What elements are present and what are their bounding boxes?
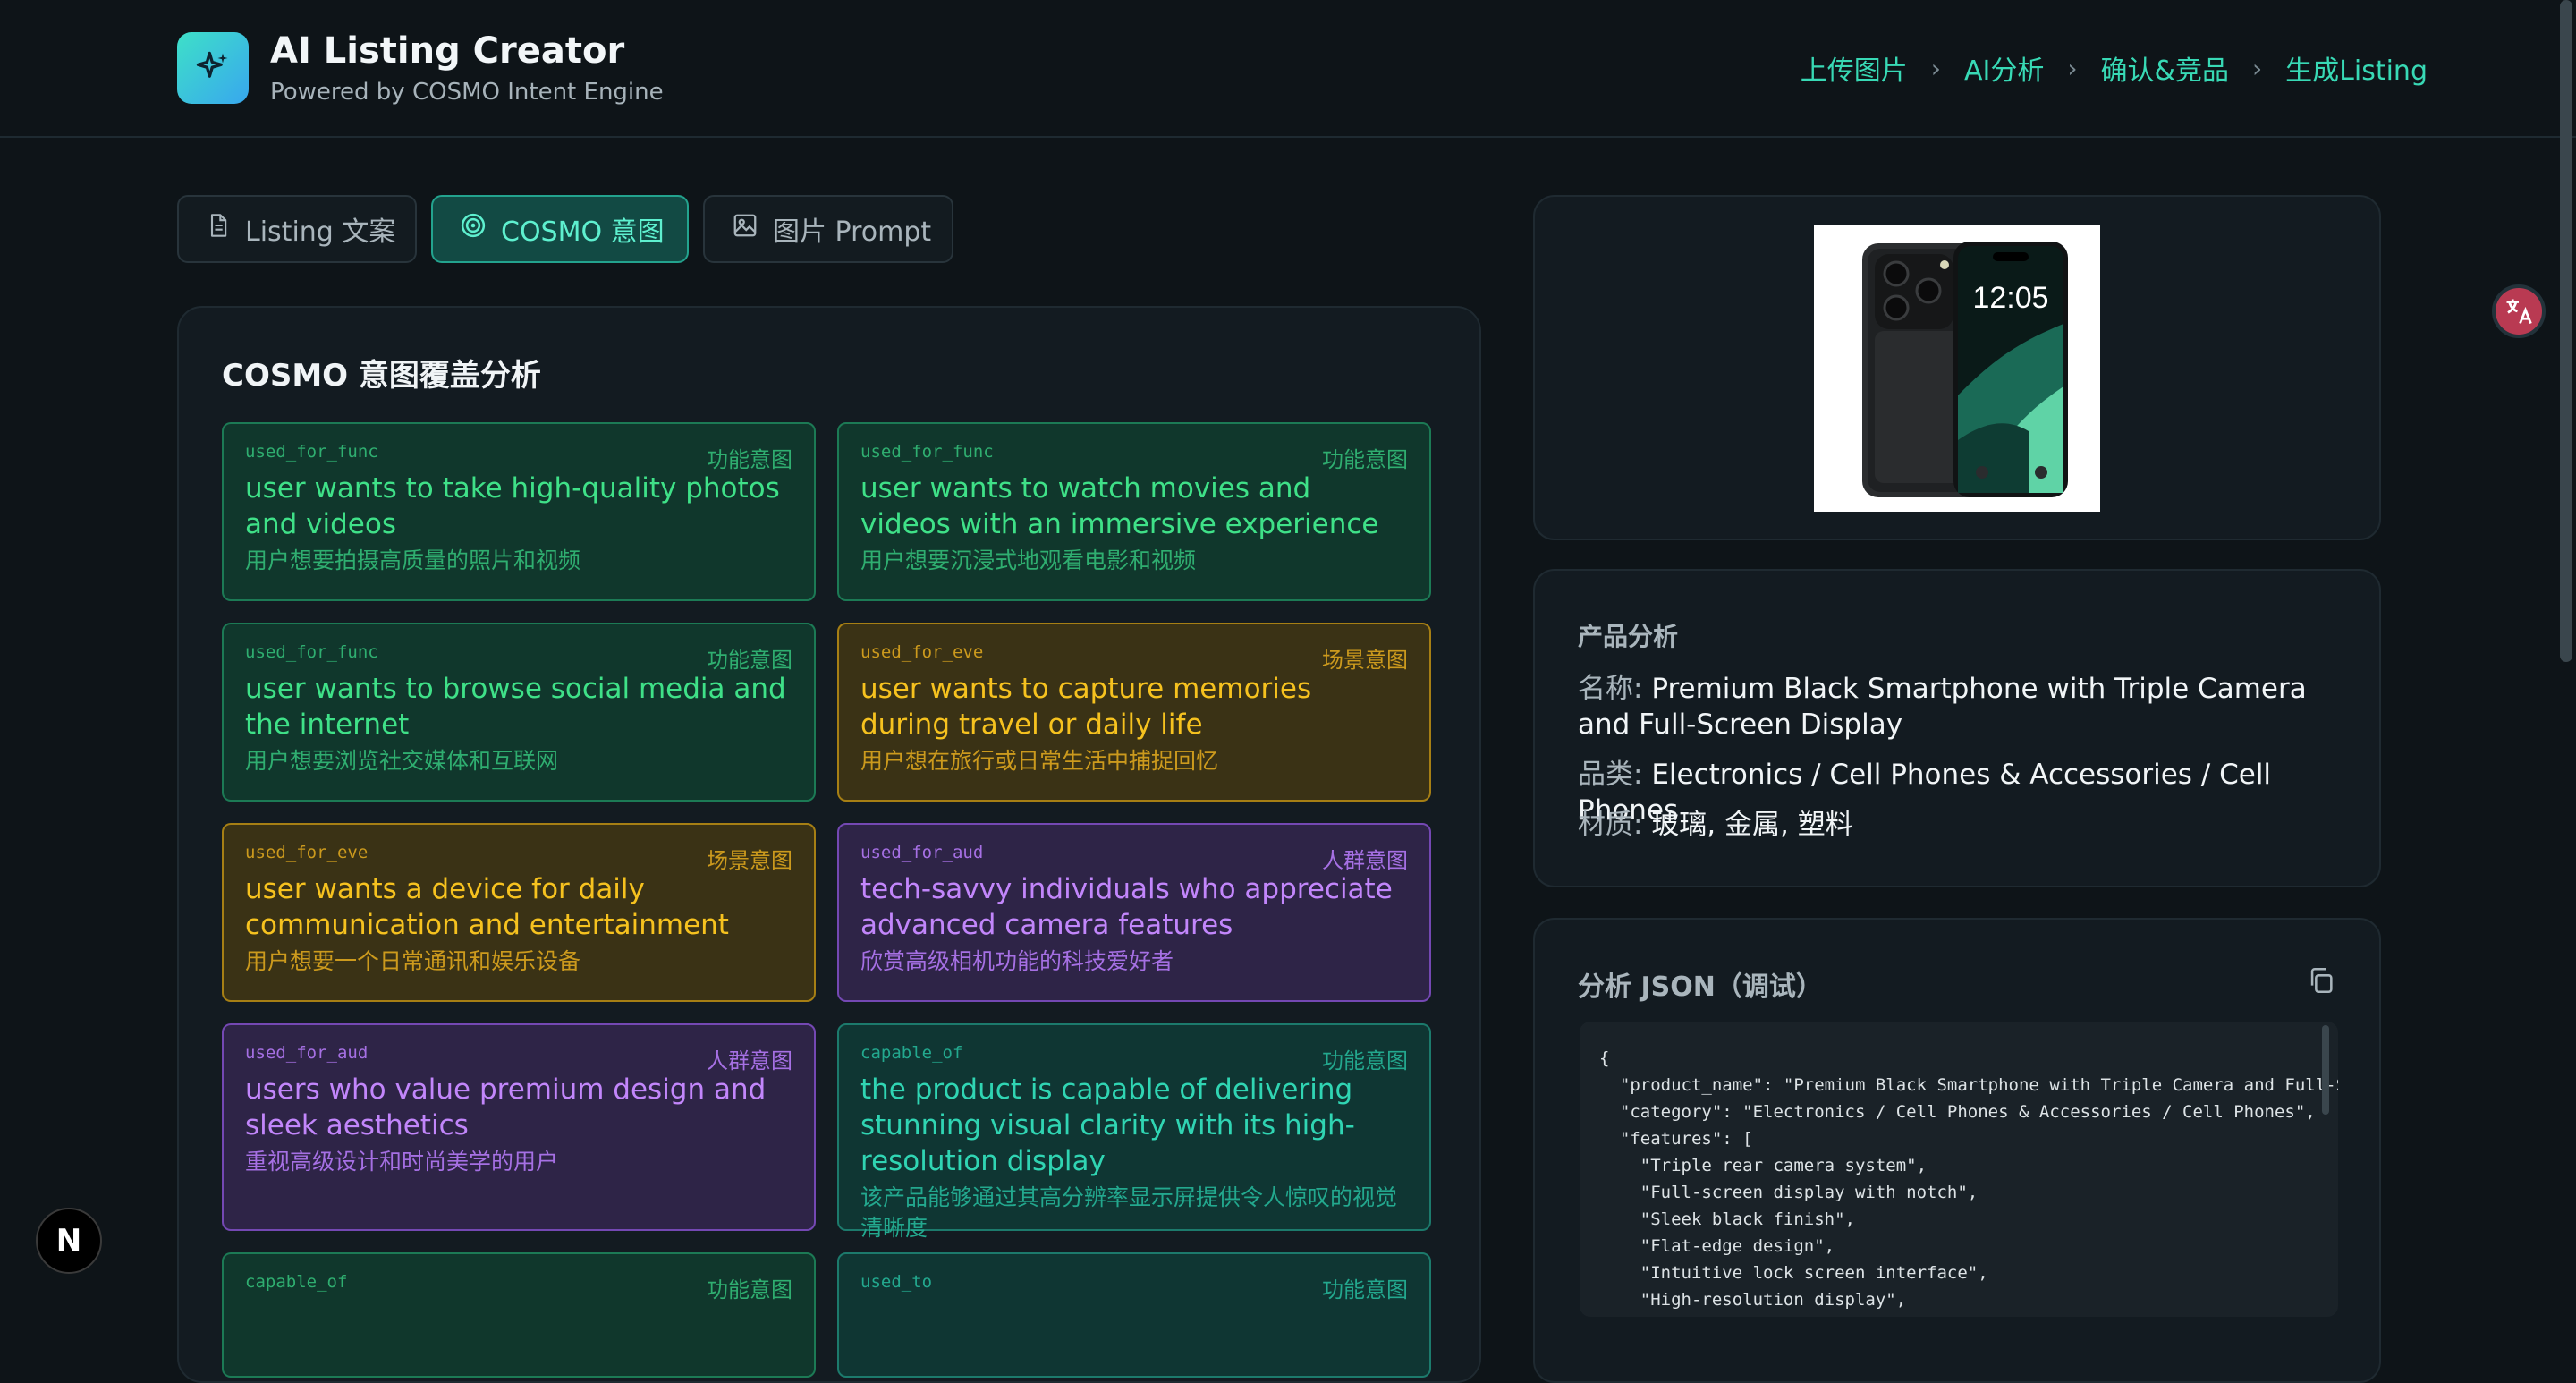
lock-screen-time: 12:05 bbox=[1972, 281, 2048, 315]
intent-type: 功能意图 bbox=[1322, 1048, 1408, 1073]
intent-card: used_for_eve 场景意图 user wants to capture … bbox=[837, 623, 1431, 802]
step-confirm-competitors[interactable]: 确认&竞品 bbox=[2101, 48, 2229, 88]
app-title: AI Listing Creator bbox=[270, 30, 625, 72]
intent-card: used_for_func 功能意图 user wants to take hi… bbox=[222, 422, 816, 601]
intent-card: used_for_func 功能意图 user wants to watch m… bbox=[837, 422, 1431, 601]
intent-english: tech-savvy individuals who appreciate ad… bbox=[860, 873, 1393, 941]
analysis-material-row: 材质: 玻璃, 金属, 塑料 bbox=[1578, 807, 2347, 843]
intent-card: used_for_aud 人群意图 users who value premiu… bbox=[222, 1023, 816, 1231]
json-code-block[interactable]: { "product_name": "Premium Black Smartph… bbox=[1580, 1022, 2338, 1317]
intent-type: 场景意图 bbox=[1322, 648, 1408, 673]
intent-chinese: 用户想要拍摄高质量的照片和视频 bbox=[245, 547, 581, 573]
intent-type: 功能意图 bbox=[1322, 447, 1408, 472]
intent-type: 人群意图 bbox=[1322, 848, 1408, 873]
image-icon bbox=[732, 212, 758, 246]
intent-chinese: 用户想要一个日常通讯和娱乐设备 bbox=[245, 948, 581, 974]
product-name: Premium Black Smartphone with Triple Cam… bbox=[1578, 673, 2307, 741]
tab-label: COSMO 意图 bbox=[501, 216, 665, 248]
tab-label: 图片 Prompt bbox=[773, 216, 932, 248]
intent-type: 功能意图 bbox=[707, 648, 792, 673]
intent-chinese: 该产品能够通过其高分辨率显示屏提供令人惊叹的视觉清晰度 bbox=[860, 1184, 1398, 1241]
intent-english: user wants to take high-quality photos a… bbox=[245, 472, 780, 540]
field-label: 材质: bbox=[1578, 809, 1643, 841]
document-icon bbox=[206, 212, 231, 246]
intent-card: capable_of 功能意图 bbox=[222, 1252, 816, 1378]
intent-chinese: 用户想要浏览社交媒体和互联网 bbox=[245, 748, 559, 774]
translate-icon[interactable] bbox=[2492, 284, 2546, 338]
intent-english: users who value premium design and sleek… bbox=[245, 1073, 767, 1141]
json-title: 分析 JSON（调试） bbox=[1578, 971, 1823, 1003]
product-material: 玻璃, 金属, 塑料 bbox=[1651, 809, 1853, 841]
code-scrollbar[interactable] bbox=[2322, 1025, 2329, 1115]
step-ai-analysis[interactable]: AI分析 bbox=[1964, 48, 2044, 88]
tab-cosmo-intent[interactable]: COSMO 意图 bbox=[431, 195, 689, 263]
chevron-right-icon: › bbox=[2251, 53, 2263, 83]
intent-type: 功能意图 bbox=[1322, 1277, 1408, 1302]
intent-chinese: 用户想要沉浸式地观看电影和视频 bbox=[860, 547, 1197, 573]
intent-card: used_for_aud 人群意图 tech-savvy individuals… bbox=[837, 823, 1431, 1002]
next-badge[interactable]: N bbox=[36, 1208, 102, 1274]
intent-type: 功能意图 bbox=[707, 447, 792, 472]
intent-english: user wants a device for daily communicat… bbox=[245, 873, 729, 941]
target-icon bbox=[460, 212, 487, 246]
tab-listing-copy[interactable]: Listing 文案 bbox=[177, 195, 417, 263]
intent-type: 场景意图 bbox=[707, 848, 792, 873]
product-image: 12:05 bbox=[1814, 225, 2100, 512]
analysis-name-row: 名称: Premium Black Smartphone with Triple… bbox=[1578, 671, 2347, 742]
chevron-right-icon: › bbox=[2067, 53, 2078, 83]
progress-steps: 上传图片 › AI分析 › 确认&竞品 › 生成Listing bbox=[1801, 48, 2428, 88]
intent-card: used_to 功能意图 bbox=[837, 1252, 1431, 1378]
intent-chinese: 用户想在旅行或日常生活中捕捉回忆 bbox=[860, 748, 1219, 774]
intent-type: 功能意图 bbox=[707, 1277, 792, 1302]
intent-english: the product is capable of delivering stu… bbox=[860, 1073, 1355, 1177]
intent-english: user wants to watch movies and videos wi… bbox=[860, 472, 1379, 540]
intent-chinese: 重视高级设计和时尚美学的用户 bbox=[245, 1149, 559, 1175]
intent-english: user wants to browse social media and th… bbox=[245, 673, 786, 741]
intent-card: used_for_func 功能意图 user wants to browse … bbox=[222, 623, 816, 802]
intent-chinese: 欣赏高级相机功能的科技爱好者 bbox=[860, 948, 1174, 974]
intent-english: user wants to capture memories during tr… bbox=[860, 673, 1312, 741]
field-label: 名称: bbox=[1578, 673, 1643, 705]
intent-card: used_for_eve 场景意图 user wants a device fo… bbox=[222, 823, 816, 1002]
sparkle-icon bbox=[177, 32, 249, 104]
intent-card: capable_of 功能意图 the product is capable o… bbox=[837, 1023, 1431, 1241]
section-title: COSMO 意图覆盖分析 bbox=[222, 358, 541, 394]
chevron-right-icon: › bbox=[1930, 53, 1941, 83]
tab-label: Listing 文案 bbox=[245, 216, 396, 248]
step-upload[interactable]: 上传图片 bbox=[1801, 48, 1908, 88]
analysis-title: 产品分析 bbox=[1578, 622, 1679, 651]
step-generate-listing[interactable]: 生成Listing bbox=[2285, 48, 2428, 88]
intent-type: 人群意图 bbox=[707, 1048, 792, 1073]
copy-icon[interactable] bbox=[2306, 964, 2336, 997]
app-subtitle: Powered by COSMO Intent Engine bbox=[270, 79, 664, 106]
page-scrollbar[interactable] bbox=[2560, 0, 2572, 662]
field-label: 品类: bbox=[1578, 759, 1643, 791]
tab-image-prompt[interactable]: 图片 Prompt bbox=[703, 195, 953, 263]
